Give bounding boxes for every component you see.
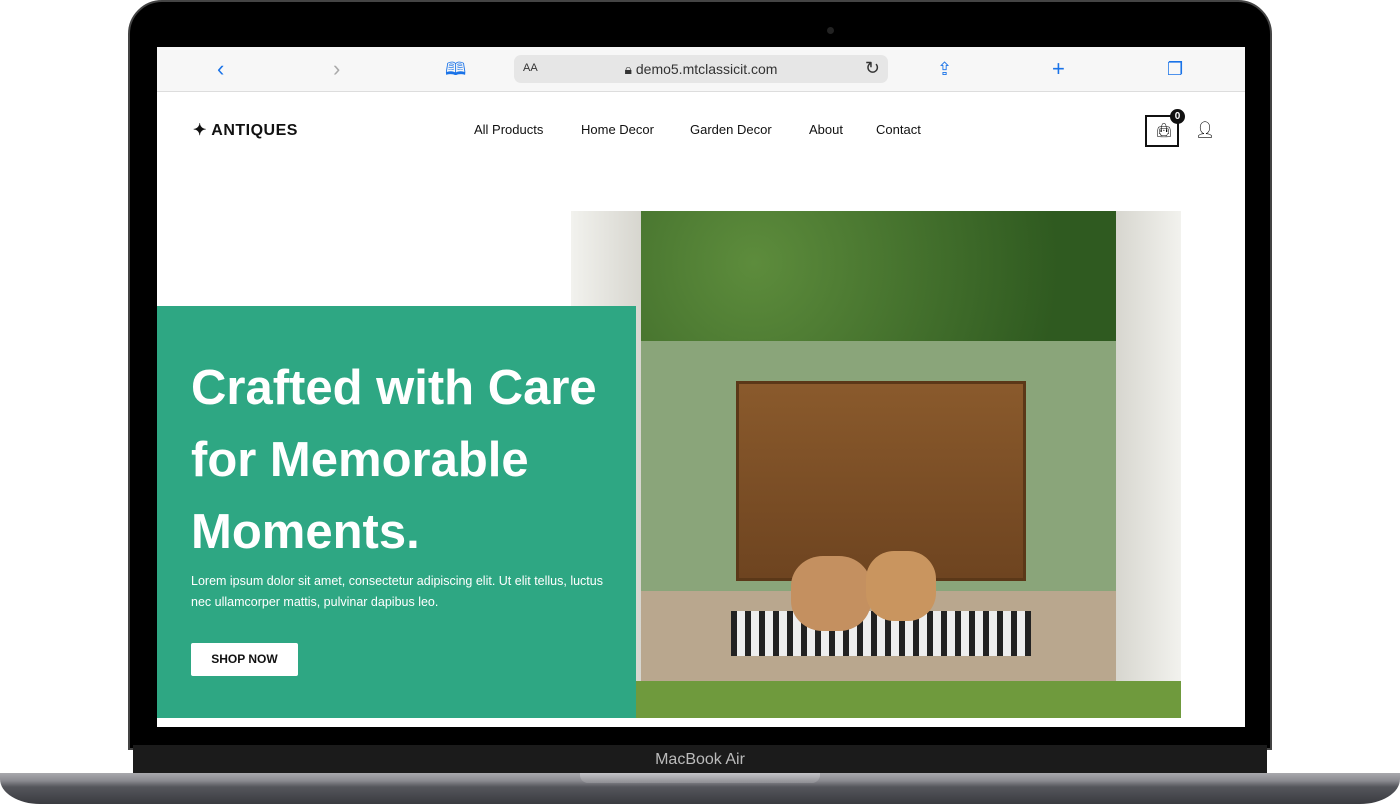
nav-contact[interactable]: Contact bbox=[876, 122, 921, 137]
camera bbox=[827, 27, 834, 34]
device-label: MacBook Air bbox=[133, 745, 1267, 775]
cart-count-badge: 0 bbox=[1170, 109, 1185, 124]
shopping-bag-icon: 👜︎ bbox=[1155, 122, 1173, 138]
star-logo-icon: ✦ bbox=[193, 122, 212, 139]
share-icon[interactable]: ⇪ bbox=[937, 57, 952, 81]
url-text: demo5.mtclassicit.com bbox=[635, 61, 778, 77]
back-icon[interactable]: ‹ bbox=[217, 57, 224, 81]
new-tab-icon[interactable]: + bbox=[1052, 57, 1065, 81]
cart-button[interactable]: 👜︎ 0 bbox=[1145, 109, 1185, 147]
address-bar[interactable]: AA 🔒︎ demo5.mtclassicit.com ↻ bbox=[514, 55, 888, 83]
site-logo[interactable]: ✦ ANTIQUES bbox=[193, 120, 298, 140]
hero-description: Lorem ipsum dolor sit amet, consectetur … bbox=[191, 574, 603, 609]
hero-title: Crafted with Care for Memorable Moments. bbox=[191, 361, 597, 559]
nav-about[interactable]: About bbox=[809, 122, 843, 137]
user-icon[interactable]: 👤︎ bbox=[1195, 120, 1215, 140]
nav-garden-decor[interactable]: Garden Decor bbox=[690, 122, 772, 137]
forward-icon[interactable]: › bbox=[333, 57, 340, 81]
hero-panel: Crafted with Care for Memorable Moments.… bbox=[157, 306, 636, 718]
bookmarks-icon[interactable]: 🕮 bbox=[445, 57, 466, 81]
laptop-notch bbox=[580, 773, 820, 783]
nav-all-products[interactable]: All Products bbox=[474, 122, 543, 137]
lock-icon: 🔒︎ bbox=[624, 61, 636, 77]
logo-text: ANTIQUES bbox=[211, 122, 298, 139]
screen: ‹ › 🕮 AA 🔒︎ demo5.mtclassicit.com ↻ ⇪ + … bbox=[157, 47, 1245, 727]
reload-icon[interactable]: ↻ bbox=[865, 58, 880, 79]
nav-home-decor[interactable]: Home Decor bbox=[581, 122, 654, 137]
shop-now-button[interactable]: SHOP NOW bbox=[191, 643, 298, 676]
tabs-icon[interactable]: ❐ bbox=[1167, 57, 1183, 81]
hero-image-patio bbox=[571, 211, 1181, 718]
browser-toolbar: ‹ › 🕮 AA 🔒︎ demo5.mtclassicit.com ↻ ⇪ + … bbox=[157, 47, 1245, 92]
